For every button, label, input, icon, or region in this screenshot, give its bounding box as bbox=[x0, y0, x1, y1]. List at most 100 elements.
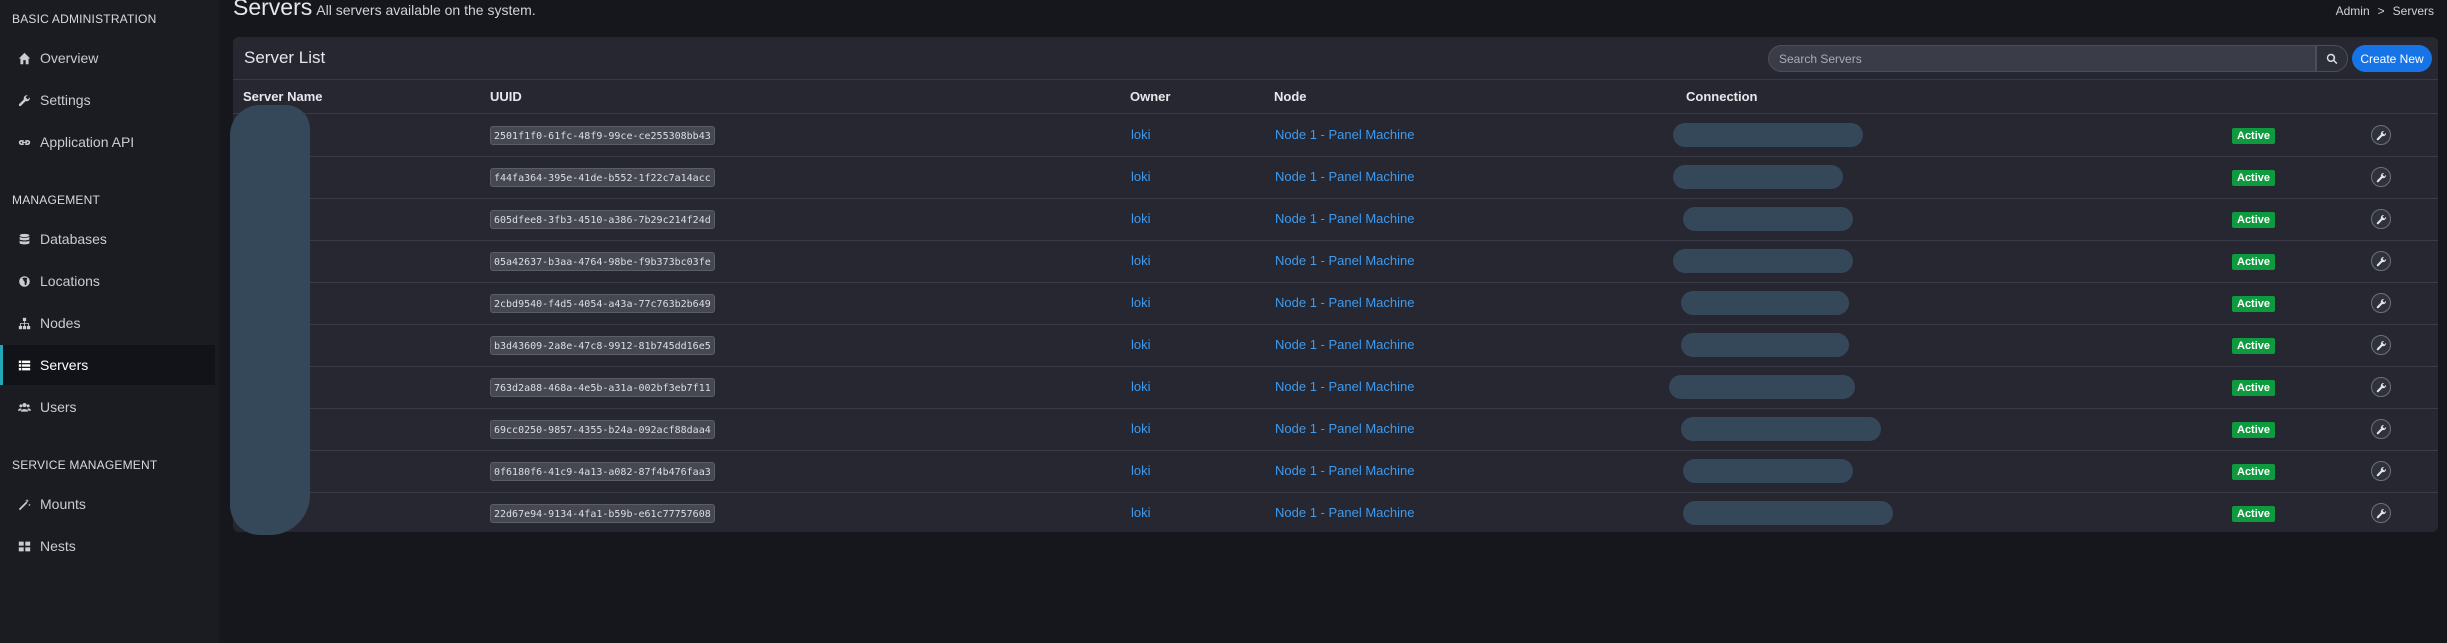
owner-link[interactable]: loki bbox=[1131, 253, 1151, 268]
manage-server-button[interactable] bbox=[2371, 167, 2391, 187]
table-row: b3d43609-2a8e-47c8-9912-81b745dd16e5 loki… bbox=[233, 324, 2438, 366]
owner-link[interactable]: loki bbox=[1131, 169, 1151, 184]
owner-link[interactable]: loki bbox=[1131, 211, 1151, 226]
redacted-connection bbox=[1673, 249, 1853, 273]
sidebar-item-nests[interactable]: Nests bbox=[0, 526, 215, 566]
table-row: 605dfee8-3fb3-4510-a386-7b29c214f24d loki… bbox=[233, 198, 2438, 240]
node-link[interactable]: Node 1 - Panel Machine bbox=[1275, 295, 1414, 310]
owner-link[interactable]: loki bbox=[1131, 295, 1151, 310]
node-link[interactable]: Node 1 - Panel Machine bbox=[1275, 505, 1414, 520]
table-row: 69cc0250-9857-4355-b24a-092acf88daa4 loki… bbox=[233, 408, 2438, 450]
status-badge: Active bbox=[2232, 170, 2276, 186]
redacted-connection bbox=[1681, 291, 1849, 315]
sidebar-item-databases[interactable]: Databases bbox=[0, 219, 215, 259]
sidebar-item-mounts[interactable]: Mounts bbox=[0, 484, 215, 524]
box-header: Server List Create New bbox=[233, 37, 2438, 80]
sidebar: BASIC ADMINISTRATION Overview Settings A… bbox=[0, 0, 219, 643]
owner-link[interactable]: loki bbox=[1131, 505, 1151, 520]
status-badge: Active bbox=[2232, 296, 2276, 312]
owner-link[interactable]: loki bbox=[1131, 337, 1151, 352]
create-new-button[interactable]: Create New bbox=[2352, 45, 2432, 72]
owner-link[interactable]: loki bbox=[1131, 463, 1151, 478]
sidebar-item-locations[interactable]: Locations bbox=[0, 261, 215, 301]
redacted-connection bbox=[1683, 207, 1853, 231]
manage-server-button[interactable] bbox=[2371, 125, 2391, 145]
redacted-connection bbox=[1683, 459, 1853, 483]
sidebar-item-overview[interactable]: Overview bbox=[0, 38, 215, 78]
status-badge: Active bbox=[2232, 506, 2276, 522]
node-link[interactable]: Node 1 - Panel Machine bbox=[1275, 211, 1414, 226]
status-badge: Active bbox=[2232, 254, 2276, 270]
manage-server-button[interactable] bbox=[2371, 251, 2391, 271]
redacted-connection bbox=[1681, 333, 1849, 357]
table-row: 2501f1f0-61fc-48f9-99ce-ce255308bb43 loki… bbox=[233, 114, 2438, 156]
grid-icon bbox=[16, 538, 32, 554]
wrench-icon bbox=[2376, 508, 2387, 519]
sidebar-item-label: Settings bbox=[40, 92, 91, 108]
breadcrumb: Admin > Servers bbox=[2336, 4, 2434, 18]
search-button[interactable] bbox=[2316, 45, 2348, 72]
uuid-code: 0f6180f6-41c9-4a13-a082-87f4b476faa3 bbox=[490, 462, 715, 481]
sidebar-header-management: MANAGEMENT bbox=[12, 193, 101, 207]
wrench-icon bbox=[16, 92, 32, 108]
owner-link[interactable]: loki bbox=[1131, 421, 1151, 436]
node-link[interactable]: Node 1 - Panel Machine bbox=[1275, 463, 1414, 478]
owner-link[interactable]: loki bbox=[1131, 127, 1151, 142]
status-badge: Active bbox=[2232, 212, 2276, 228]
link-icon bbox=[16, 134, 32, 150]
uuid-code: 2cbd9540-f4d5-4054-a43a-77c763b2b649 bbox=[490, 294, 715, 313]
manage-server-button[interactable] bbox=[2371, 335, 2391, 355]
node-link[interactable]: Node 1 - Panel Machine bbox=[1275, 421, 1414, 436]
sidebar-item-label: Locations bbox=[40, 273, 100, 289]
manage-server-button[interactable] bbox=[2371, 461, 2391, 481]
breadcrumb-admin[interactable]: Admin bbox=[2336, 4, 2370, 18]
breadcrumb-separator: > bbox=[2377, 4, 2385, 18]
node-link[interactable]: Node 1 - Panel Machine bbox=[1275, 337, 1414, 352]
redacted-connection bbox=[1681, 417, 1881, 441]
status-badge: Active bbox=[2232, 338, 2276, 354]
server-list-box: Server List Create New Server Name UUID … bbox=[233, 37, 2438, 532]
sidebar-item-label: Nodes bbox=[40, 315, 81, 331]
sidebar-item-label: Users bbox=[40, 399, 77, 415]
sidebar-header-service-management: SERVICE MANAGEMENT bbox=[12, 458, 158, 472]
sidebar-item-label: Servers bbox=[40, 357, 89, 373]
search-icon bbox=[2326, 53, 2338, 65]
sidebar-item-servers[interactable]: Servers bbox=[0, 345, 215, 385]
wrench-icon bbox=[2376, 256, 2387, 267]
redacted-connection bbox=[1673, 165, 1843, 189]
table-row: 22d67e94-9134-4fa1-b59b-e61c77757608 loki… bbox=[233, 492, 2438, 534]
page-title: Servers All servers available on the syst… bbox=[233, 0, 536, 21]
owner-link[interactable]: loki bbox=[1131, 379, 1151, 394]
table-row: 763d2a88-468a-4e5b-a31a-002bf3eb7f11 loki… bbox=[233, 366, 2438, 408]
sidebar-header-basic-administration: BASIC ADMINISTRATION bbox=[12, 12, 157, 26]
uuid-code: b3d43609-2a8e-47c8-9912-81b745dd16e5 bbox=[490, 336, 715, 355]
redacted-connection bbox=[1669, 375, 1855, 399]
redacted-server-names bbox=[230, 105, 310, 535]
sidebar-item-application-api[interactable]: Application API bbox=[0, 122, 215, 162]
node-link[interactable]: Node 1 - Panel Machine bbox=[1275, 169, 1414, 184]
node-link[interactable]: Node 1 - Panel Machine bbox=[1275, 253, 1414, 268]
node-link[interactable]: Node 1 - Panel Machine bbox=[1275, 379, 1414, 394]
uuid-code: f44fa364-395e-41de-b552-1f22c7a14acc bbox=[490, 168, 715, 187]
page-subtitle: All servers available on the system. bbox=[316, 2, 536, 18]
table-row: f44fa364-395e-41de-b552-1f22c7a14acc loki… bbox=[233, 156, 2438, 198]
manage-server-button[interactable] bbox=[2371, 209, 2391, 229]
node-link[interactable]: Node 1 - Panel Machine bbox=[1275, 127, 1414, 142]
sidebar-item-settings[interactable]: Settings bbox=[0, 80, 215, 120]
search-input[interactable] bbox=[1768, 45, 2316, 72]
status-badge: Active bbox=[2232, 128, 2276, 144]
manage-server-button[interactable] bbox=[2371, 293, 2391, 313]
uuid-code: 2501f1f0-61fc-48f9-99ce-ce255308bb43 bbox=[490, 126, 715, 145]
uuid-code: 763d2a88-468a-4e5b-a31a-002bf3eb7f11 bbox=[490, 378, 715, 397]
wrench-icon bbox=[2376, 172, 2387, 183]
wrench-icon bbox=[2376, 214, 2387, 225]
database-icon bbox=[16, 231, 32, 247]
sidebar-item-label: Application API bbox=[40, 134, 135, 150]
sidebar-item-nodes[interactable]: Nodes bbox=[0, 303, 215, 343]
sidebar-item-users[interactable]: Users bbox=[0, 387, 215, 427]
uuid-code: 22d67e94-9134-4fa1-b59b-e61c77757608 bbox=[490, 504, 715, 523]
manage-server-button[interactable] bbox=[2371, 377, 2391, 397]
redacted-connection bbox=[1673, 123, 1863, 147]
manage-server-button[interactable] bbox=[2371, 419, 2391, 439]
manage-server-button[interactable] bbox=[2371, 503, 2391, 523]
